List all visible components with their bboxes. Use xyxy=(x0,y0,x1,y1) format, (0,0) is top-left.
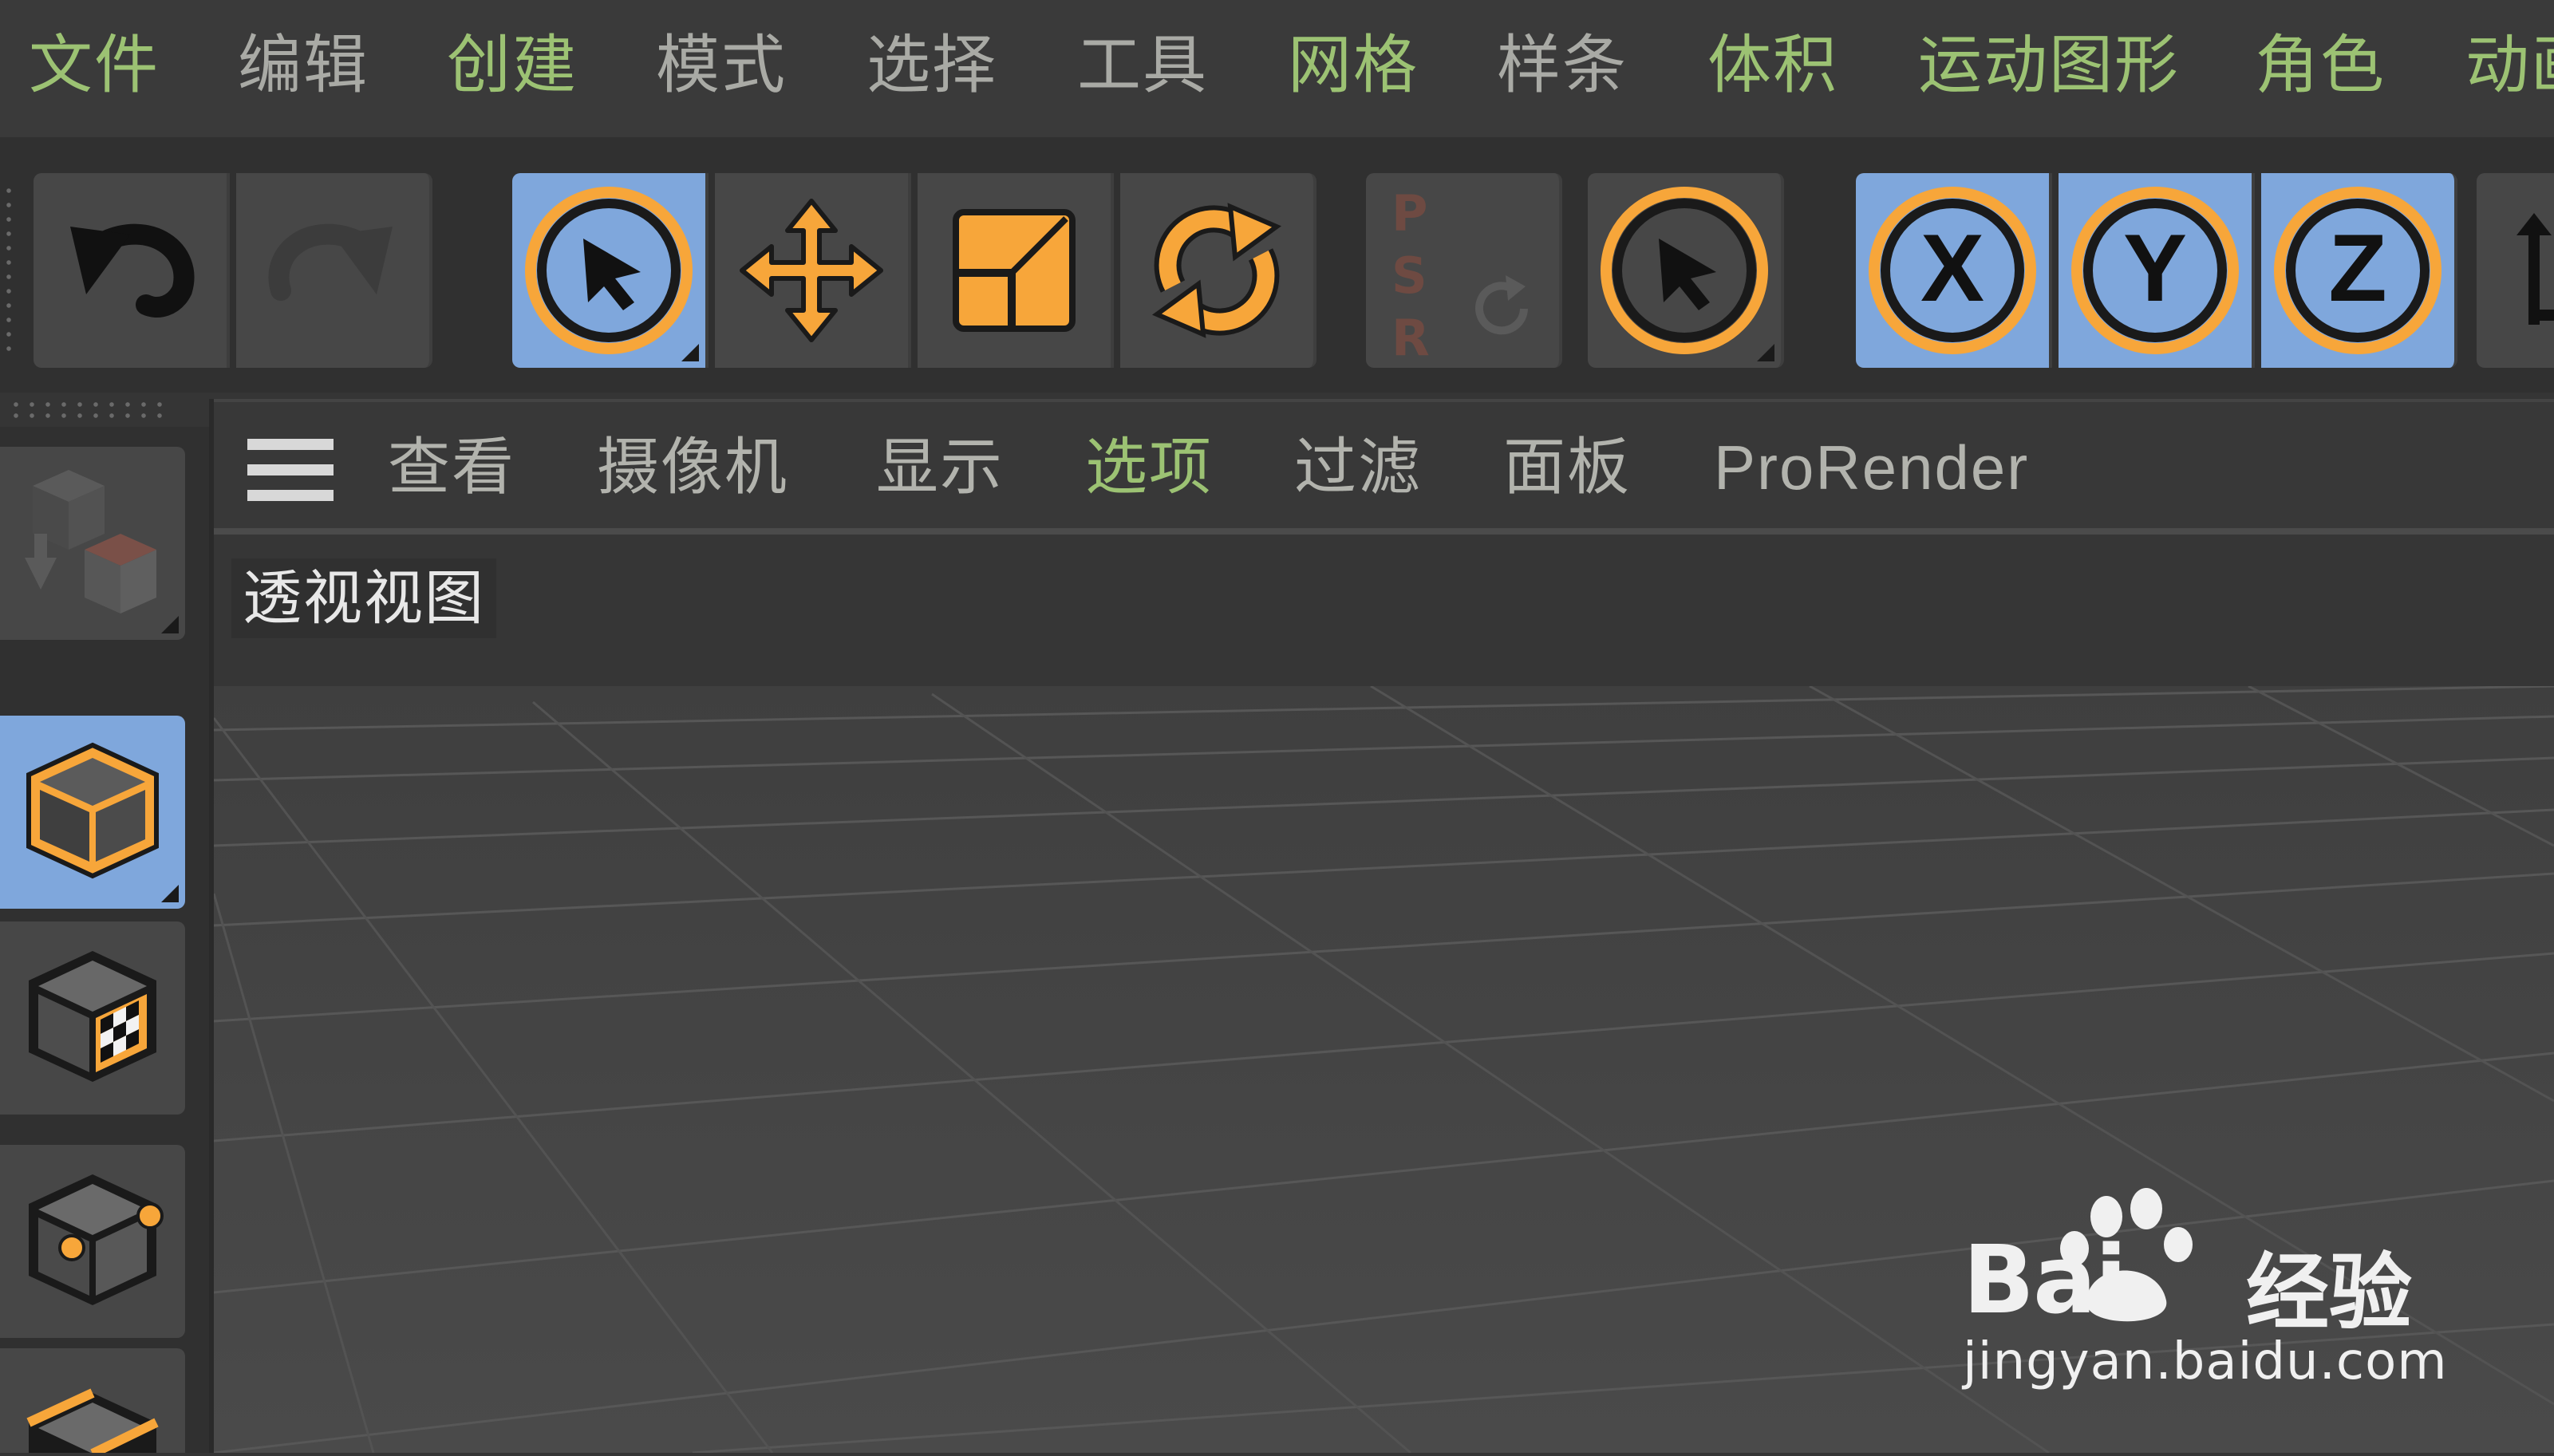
submenu-corner-indicator xyxy=(1757,344,1774,361)
watermark-url: jingyan.baidu.com xyxy=(1963,1332,2448,1391)
model-cube-icon xyxy=(13,731,172,894)
viewport-menu-bar: 查看 摄像机 显示 选项 过滤 面板 ProRender xyxy=(214,399,2554,531)
submenu-corner-indicator xyxy=(161,616,179,633)
axis-x-icon: X xyxy=(1869,187,2036,354)
viewport-menu-panel[interactable]: 面板 xyxy=(1503,428,1631,507)
menu-tools[interactable]: 工具 xyxy=(1077,26,1208,105)
reset-circle-icon xyxy=(1462,269,1541,349)
undo-icon xyxy=(54,211,206,330)
rotate-arrows-icon xyxy=(1141,195,1293,346)
make-editable-cubes-icon xyxy=(9,454,176,633)
menu-edit[interactable]: 编辑 xyxy=(238,26,369,105)
viewport-menu-view[interactable]: 查看 xyxy=(388,428,515,507)
world-axis-icon xyxy=(2516,213,2554,325)
viewport-title: 透视视图 xyxy=(231,558,496,638)
submenu-corner-indicator xyxy=(161,885,179,902)
menu-character[interactable]: 角色 xyxy=(2255,26,2386,105)
live-selection-button[interactable] xyxy=(512,173,709,368)
psr-letter-r: R xyxy=(1391,309,1430,367)
submenu-corner-indicator xyxy=(681,344,699,361)
viewport-menu-filter[interactable]: 过滤 xyxy=(1294,428,1422,507)
menu-mode[interactable]: 模式 xyxy=(656,26,787,105)
axis-z-icon: Z xyxy=(2274,187,2441,354)
watermark-brand-suffix: 经验 xyxy=(2246,1244,2413,1341)
main-menu-bar: 文件 编辑 创建 模式 选择 工具 网格 样条 体积 运动图形 角色 动画 xyxy=(0,0,2554,137)
viewport-separator xyxy=(214,528,2554,535)
psr-coordinate-button[interactable]: P S R xyxy=(1366,173,1562,368)
axis-z-lock-button[interactable]: Z xyxy=(2261,173,2457,368)
edge-mode-button[interactable] xyxy=(0,1348,185,1456)
select-cursor-icon xyxy=(1597,183,1772,358)
axis-y-letter: Y xyxy=(2123,215,2187,322)
palette-grip-handle[interactable] xyxy=(8,399,168,423)
edge-cube-icon xyxy=(13,1379,172,1456)
toolbar-grip-handle[interactable] xyxy=(5,183,13,359)
viewport-menu-camera[interactable]: 摄像机 xyxy=(597,428,788,507)
rotate-tool-button[interactable] xyxy=(1120,173,1316,368)
watermark-brand: Bai xyxy=(1963,1225,2127,1335)
scale-tool-button[interactable] xyxy=(918,173,1114,368)
coordinate-system-button[interactable] xyxy=(2477,173,2554,368)
scale-box-icon xyxy=(946,203,1082,338)
menu-mesh[interactable]: 网格 xyxy=(1288,26,1419,105)
menu-volume[interactable]: 体积 xyxy=(1707,26,1838,105)
axis-y-icon: Y xyxy=(2071,187,2239,354)
point-mode-button[interactable] xyxy=(0,1145,185,1338)
axis-z-letter: Z xyxy=(2328,215,2386,322)
axis-y-lock-button[interactable]: Y xyxy=(2059,173,2255,368)
axis-x-lock-button[interactable]: X xyxy=(1856,173,2052,368)
menu-mograph[interactable]: 运动图形 xyxy=(1918,26,2180,105)
viewport-menu-prorender[interactable]: ProRender xyxy=(1714,428,2029,507)
object-mode-select-button[interactable] xyxy=(1588,173,1784,368)
move-arrows-icon xyxy=(736,195,887,346)
menu-file[interactable]: 文件 xyxy=(29,26,160,105)
redo-button[interactable] xyxy=(236,173,432,368)
psr-letter-p: P xyxy=(1391,184,1428,243)
redo-icon xyxy=(257,211,409,330)
psr-letter-s: S xyxy=(1391,247,1427,305)
menu-spline[interactable]: 样条 xyxy=(1497,26,1628,105)
move-tool-button[interactable] xyxy=(715,173,911,368)
point-cube-icon xyxy=(13,1160,172,1323)
viewport-menu-display[interactable]: 显示 xyxy=(876,428,1004,507)
make-editable-button[interactable] xyxy=(0,447,185,640)
axis-x-letter: X xyxy=(1920,215,1984,322)
viewport-header xyxy=(214,535,2554,686)
model-mode-button[interactable] xyxy=(0,716,185,909)
hamburger-menu-icon[interactable] xyxy=(247,439,334,504)
texture-mode-button[interactable] xyxy=(0,921,185,1115)
menu-animate[interactable]: 动画 xyxy=(2465,26,2554,105)
menu-select[interactable]: 选择 xyxy=(866,26,997,105)
select-cursor-icon xyxy=(521,183,697,358)
undo-button[interactable] xyxy=(34,173,230,368)
menu-create[interactable]: 创建 xyxy=(447,26,578,105)
viewport-menu-options[interactable]: 选项 xyxy=(1085,428,1213,507)
checker-cube-icon xyxy=(13,937,172,1099)
